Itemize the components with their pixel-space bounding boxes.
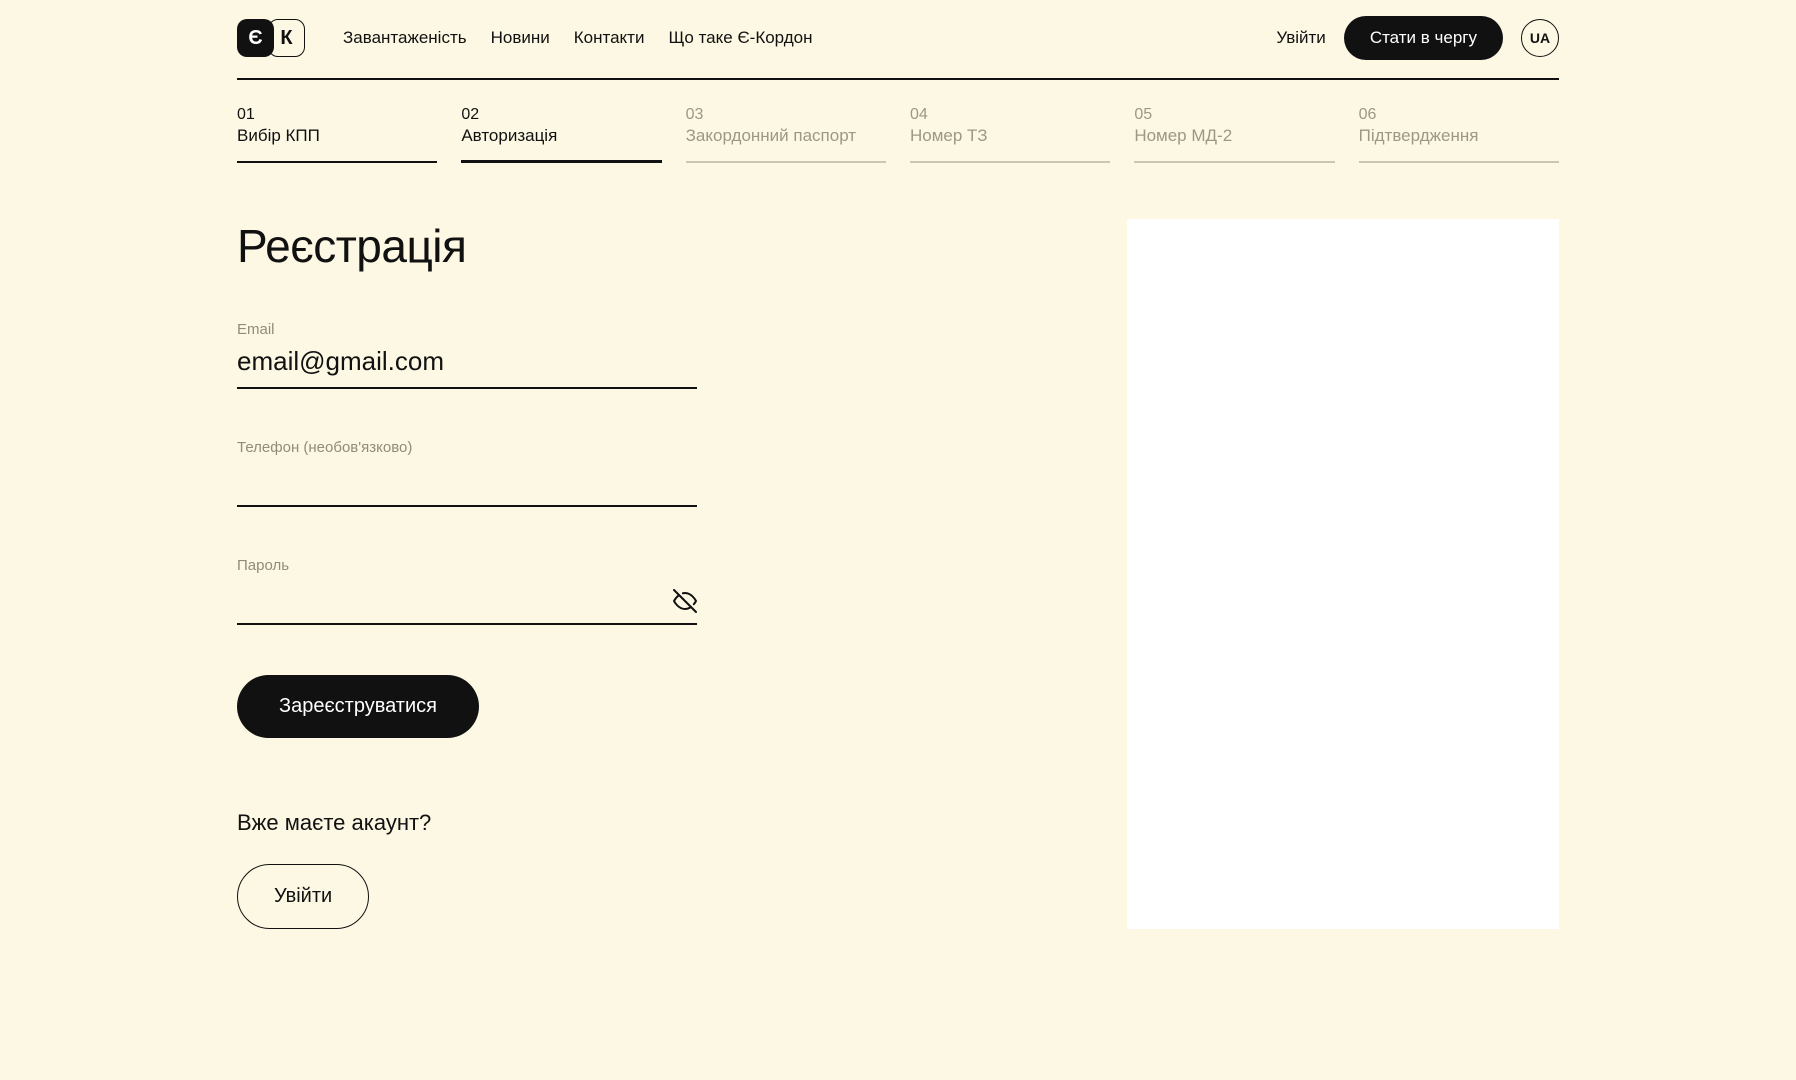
step-number: 04 — [910, 106, 1110, 124]
nav-about[interactable]: Що таке Є-Кордон — [668, 28, 812, 48]
nav-load[interactable]: Завантаженість — [343, 28, 467, 48]
phone-label: Телефон (необов'язково) — [237, 439, 697, 456]
email-input[interactable] — [237, 342, 697, 389]
nav-news[interactable]: Новини — [491, 28, 550, 48]
step-label: Закордонний паспорт — [686, 126, 886, 146]
step-number: 01 — [237, 106, 437, 124]
step-label: Номер МД-2 — [1134, 126, 1334, 146]
phone-input[interactable] — [237, 460, 697, 507]
password-field-group: Пароль — [237, 557, 697, 625]
step-label: Авторизація — [461, 126, 661, 146]
queue-button[interactable]: Стати в чергу — [1344, 16, 1503, 60]
step-label: Вибір КПП — [237, 126, 437, 146]
step-2[interactable]: 02 Авторизація — [461, 106, 661, 163]
eye-off-icon — [673, 589, 697, 613]
step-5: 05 Номер МД-2 — [1134, 106, 1334, 163]
step-number: 03 — [686, 106, 886, 124]
logo[interactable]: Є К — [237, 19, 305, 57]
step-number: 06 — [1359, 106, 1559, 124]
site-header: Є К Завантаженість Новини Контакти Що та… — [237, 0, 1559, 80]
side-panel — [1127, 219, 1559, 929]
email-label: Email — [237, 321, 697, 338]
phone-field-group: Телефон (необов'язково) — [237, 439, 697, 507]
already-have-account-title: Вже маєте акаунт? — [237, 810, 697, 836]
step-label: Номер ТЗ — [910, 126, 1110, 146]
step-number: 02 — [461, 106, 661, 124]
header-login-link[interactable]: Увійти — [1276, 28, 1325, 48]
password-label: Пароль — [237, 557, 697, 574]
password-input[interactable] — [237, 578, 697, 625]
step-6: 06 Підтвердження — [1359, 106, 1559, 163]
login-button[interactable]: Увійти — [237, 864, 369, 929]
step-3: 03 Закордонний паспорт — [686, 106, 886, 163]
language-switcher[interactable]: UA — [1521, 19, 1559, 57]
register-button[interactable]: Зареєструватися — [237, 675, 479, 738]
primary-nav: Завантаженість Новини Контакти Що таке Є… — [343, 28, 813, 48]
step-number: 05 — [1134, 106, 1334, 124]
toggle-password-visibility-icon[interactable] — [673, 589, 697, 613]
page-title: Реєстрація — [237, 219, 697, 273]
logo-right-icon: К — [268, 19, 305, 57]
step-1[interactable]: 01 Вибір КПП — [237, 106, 437, 163]
nav-contacts[interactable]: Контакти — [574, 28, 645, 48]
stepper: 01 Вибір КПП 02 Авторизація 03 Закордонн… — [237, 80, 1559, 171]
step-label: Підтвердження — [1359, 126, 1559, 146]
step-4: 04 Номер ТЗ — [910, 106, 1110, 163]
email-field-group: Email — [237, 321, 697, 389]
